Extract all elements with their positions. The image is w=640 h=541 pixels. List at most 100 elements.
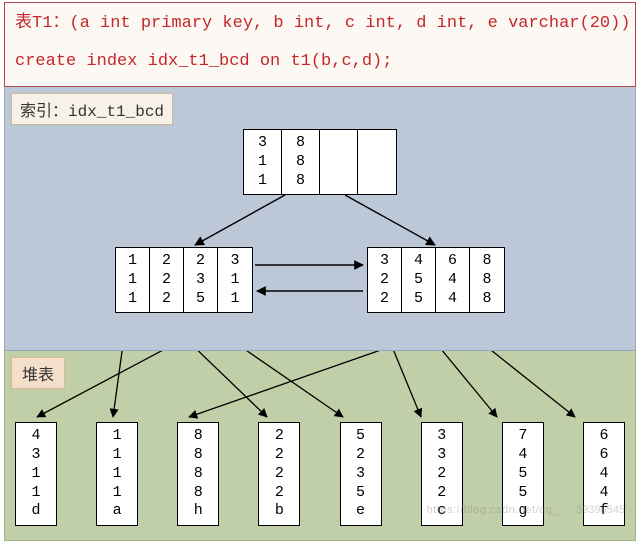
cell-value: 3	[258, 134, 267, 153]
cell-value: 8	[296, 172, 305, 191]
cell-value: 5	[518, 484, 527, 503]
node-column: 4311d	[16, 423, 56, 525]
cell-value: 1	[128, 252, 137, 271]
index-label: 索引：idx_t1_bcd	[11, 93, 173, 125]
cell-value: 1	[230, 271, 239, 290]
cell-value: 1	[113, 446, 122, 465]
cell-value: 6	[448, 252, 457, 271]
heap-block: 5235e	[340, 422, 382, 526]
watermark-id: 39390545	[576, 504, 625, 516]
cell-value: 2	[437, 484, 446, 503]
cell-value: 2	[162, 290, 171, 309]
sql-header: 表T1：(a int primary key, b int, c int, d …	[4, 2, 636, 87]
cell-value: 8	[482, 290, 491, 309]
cell-value: 4	[31, 427, 40, 446]
cell-value: e	[356, 502, 365, 521]
cell-value: 5	[414, 271, 423, 290]
cell-value: 2	[162, 252, 171, 271]
cell-value: 1	[113, 465, 122, 484]
cell-value: 1	[230, 290, 239, 309]
cell-value: h	[194, 502, 203, 521]
node-column: 8888h	[178, 423, 218, 525]
cell-value: 3	[31, 446, 40, 465]
cell-value: 4	[599, 465, 608, 484]
cell-value: b	[275, 502, 284, 521]
node-column: 111	[116, 248, 150, 312]
node-column: 322	[368, 248, 402, 312]
cell-value: 2	[356, 446, 365, 465]
heap-block: 1111a	[96, 422, 138, 526]
node-column: 455	[402, 248, 436, 312]
cell-value: 2	[275, 427, 284, 446]
heap-area: 堆表 4311d1111a8888h2222b5235e3322c7455g66…	[4, 351, 636, 541]
cell-value: 4	[448, 290, 457, 309]
cell-value: 3	[437, 446, 446, 465]
node-column: 644	[436, 248, 470, 312]
cell-value: 1	[258, 153, 267, 172]
btree-leaf-right: 322455644888	[367, 247, 505, 313]
cell-value: 8	[194, 427, 203, 446]
cell-value: a	[113, 502, 122, 521]
schema-def-line: 表T1：(a int primary key, b int, c int, d …	[15, 11, 625, 37]
cell-value: 6	[599, 446, 608, 465]
node-column	[320, 130, 358, 194]
cell-value: 8	[296, 134, 305, 153]
node-column: 5235e	[341, 423, 381, 525]
cell-value: 3	[437, 427, 446, 446]
cell-value: 3	[196, 271, 205, 290]
cell-value: 8	[194, 465, 203, 484]
cell-value: 8	[194, 484, 203, 503]
cell-value: 5	[196, 290, 205, 309]
node-column	[358, 130, 396, 194]
cell-value: 2	[275, 465, 284, 484]
cell-value: 4	[448, 271, 457, 290]
cell-value: 8	[482, 252, 491, 271]
btree-leaf-left: 111222235311	[115, 247, 253, 313]
create-index-line: create index idx_t1_bcd on t1(b,c,d);	[15, 49, 625, 75]
node-column: 2222b	[259, 423, 299, 525]
cell-value: 4	[599, 484, 608, 503]
cell-value: 6	[599, 427, 608, 446]
cell-value: 1	[128, 290, 137, 309]
cell-value: 1	[258, 172, 267, 191]
node-column: 235	[184, 248, 218, 312]
cell-value: 2	[162, 271, 171, 290]
index-area: 索引：idx_t1_bcd 311888 111222235311 322455…	[4, 87, 636, 351]
node-column: 311	[244, 130, 282, 194]
cell-value: 1	[113, 484, 122, 503]
node-column: 888	[470, 248, 504, 312]
cell-value: 5	[356, 427, 365, 446]
cell-value: 4	[518, 446, 527, 465]
node-column: 311	[218, 248, 252, 312]
index-arrows	[5, 87, 637, 351]
cell-value: 1	[31, 465, 40, 484]
cell-value: 8	[296, 153, 305, 172]
cell-value: 2	[275, 446, 284, 465]
cell-value: 3	[380, 252, 389, 271]
cell-value: 5	[356, 484, 365, 503]
cell-value: 8	[482, 271, 491, 290]
node-column: 1111a	[97, 423, 137, 525]
cell-value: 1	[113, 427, 122, 446]
cell-value: 2	[380, 271, 389, 290]
cell-value: 2	[437, 465, 446, 484]
node-column: 222	[150, 248, 184, 312]
btree-root-node: 311888	[243, 129, 397, 195]
cell-value: 5	[518, 465, 527, 484]
cell-value: 5	[414, 290, 423, 309]
cell-value: 2	[380, 290, 389, 309]
heap-block: 2222b	[258, 422, 300, 526]
cell-value: 7	[518, 427, 527, 446]
watermark-url: https://blog.csdn.net/qq_	[427, 504, 559, 516]
cell-value: d	[31, 502, 40, 521]
heap-block: 8888h	[177, 422, 219, 526]
cell-value: 2	[196, 252, 205, 271]
cell-value: 1	[31, 484, 40, 503]
node-column: 888	[282, 130, 320, 194]
cell-value: 4	[414, 252, 423, 271]
cell-value: 3	[356, 465, 365, 484]
cell-value: 2	[275, 484, 284, 503]
heap-label: 堆表	[11, 357, 65, 389]
cell-value: 8	[194, 446, 203, 465]
cell-value: 3	[230, 252, 239, 271]
